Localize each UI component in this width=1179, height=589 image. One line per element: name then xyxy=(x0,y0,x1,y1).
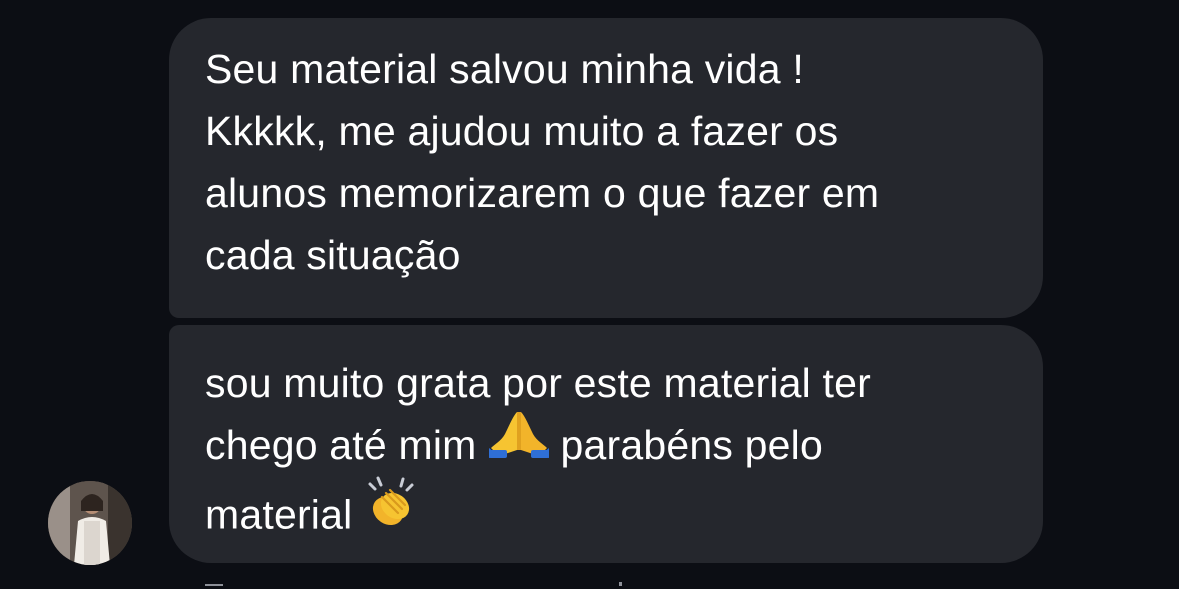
message-text-line: Kkkkk, me ajudou muito a fazer os xyxy=(205,108,839,154)
message-text-line: Seu material salvou minha vida ! xyxy=(205,46,804,92)
folded-hands-icon xyxy=(487,410,551,475)
message-text-segment: material xyxy=(205,491,353,537)
message-text-line: chego até mim parabéns pelo xyxy=(205,411,1007,481)
message-text-segment: parabéns pelo xyxy=(560,422,823,468)
message-bubble-2[interactable]: sou muito grata por este material ter ch… xyxy=(169,325,1043,563)
message-text-line: cada situação xyxy=(205,232,461,278)
message-text-line: alunos memorizarem o que fazer em xyxy=(205,170,880,216)
avatar[interactable] xyxy=(48,481,132,565)
message-text-segment: chego até mim xyxy=(205,422,477,468)
next-message-peek xyxy=(205,578,635,589)
message-text-line: sou muito grata por este material ter xyxy=(205,360,871,406)
clapping-hands-icon xyxy=(362,475,420,548)
message-text-line: material xyxy=(205,476,1007,554)
message-bubble-1[interactable]: Seu material salvou minha vida ! Kkkkk, … xyxy=(169,18,1043,318)
profile-photo-icon xyxy=(48,481,132,565)
